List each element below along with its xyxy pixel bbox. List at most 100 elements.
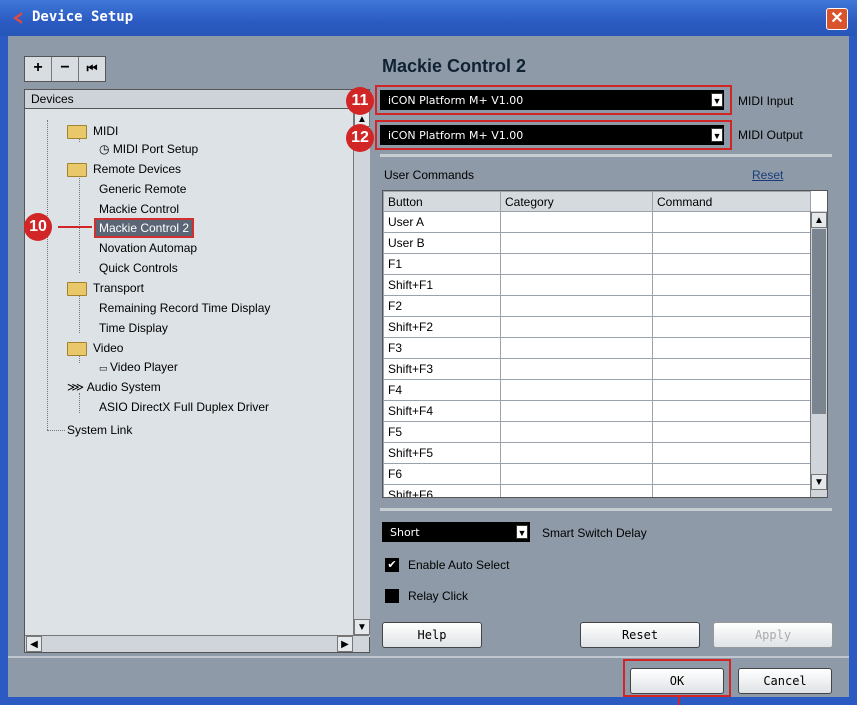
command-category-cell[interactable] <box>500 442 653 464</box>
table-row[interactable]: F6 <box>383 463 811 485</box>
command-command-cell[interactable] <box>652 379 811 401</box>
page-title: Mackie Control 2 <box>382 56 527 76</box>
scroll-up-icon[interactable]: ▲ <box>811 212 827 228</box>
table-row[interactable]: Shift+F2 <box>383 316 811 338</box>
command-command-cell[interactable] <box>652 442 811 464</box>
command-category-cell[interactable] <box>500 232 653 254</box>
annotation-badge-12: 12 <box>346 124 374 152</box>
command-category-cell[interactable] <box>500 274 653 296</box>
command-category-cell[interactable] <box>500 211 653 233</box>
command-command-cell[interactable] <box>652 253 811 275</box>
tree-item-mackie-control-2[interactable]: Mackie Control 2 <box>93 218 195 238</box>
table-row[interactable]: Shift+F1 <box>383 274 811 296</box>
tree-item-video[interactable]: Video <box>67 341 123 356</box>
command-command-cell[interactable] <box>652 316 811 338</box>
add-device-button[interactable]: + <box>25 57 52 81</box>
chevron-down-icon[interactable]: ▼ <box>711 128 723 142</box>
command-category-cell[interactable] <box>500 379 653 401</box>
tree-item-system-link[interactable]: System Link <box>67 423 132 437</box>
table-row[interactable]: F3 <box>383 337 811 359</box>
scroll-down-icon[interactable]: ▼ <box>811 474 827 490</box>
help-button[interactable]: Help <box>382 622 482 648</box>
reset-button[interactable]: Reset <box>580 622 700 648</box>
section-divider <box>380 508 832 511</box>
enable-auto-select-label: Enable Auto Select <box>408 558 510 572</box>
column-header-category[interactable]: Category <box>500 191 653 212</box>
table-row[interactable]: User A <box>383 211 811 233</box>
table-row[interactable]: F4 <box>383 379 811 401</box>
table-row[interactable]: Shift+F5 <box>383 442 811 464</box>
tree-item-audio-system[interactable]: ⋙ Audio System <box>67 380 161 394</box>
audio-system-icon: ⋙ <box>67 380 87 394</box>
tree-item-novation-automap[interactable]: Novation Automap <box>99 241 197 255</box>
command-button-cell: F1 <box>383 253 501 275</box>
command-command-cell[interactable] <box>652 295 811 317</box>
tree-horizontal-scrollbar[interactable] <box>25 635 369 652</box>
column-header-button[interactable]: Button <box>383 191 501 212</box>
command-category-cell[interactable] <box>500 484 653 497</box>
command-command-cell[interactable] <box>652 211 811 233</box>
table-row[interactable]: F2 <box>383 295 811 317</box>
command-button-cell: F2 <box>383 295 501 317</box>
command-command-cell[interactable] <box>652 232 811 254</box>
window-title: Device Setup <box>32 9 134 25</box>
scroll-right-icon[interactable]: ▶ <box>337 636 353 652</box>
tree-vertical-scrollbar[interactable] <box>353 110 370 637</box>
apply-button[interactable]: Apply <box>713 622 833 648</box>
tree-item-midi-port-setup[interactable]: ◷ MIDI Port Setup <box>99 142 198 156</box>
command-command-cell[interactable] <box>652 463 811 485</box>
cancel-button[interactable]: Cancel <box>738 668 832 694</box>
table-row[interactable]: User B <box>383 232 811 254</box>
table-row[interactable]: Shift+F3 <box>383 358 811 380</box>
command-command-cell[interactable] <box>652 358 811 380</box>
tree-item-time-display[interactable]: Time Display <box>99 321 168 335</box>
command-command-cell[interactable] <box>652 421 811 443</box>
command-category-cell[interactable] <box>500 358 653 380</box>
reset-commands-link[interactable]: Reset <box>752 168 783 182</box>
command-command-cell[interactable] <box>652 484 811 497</box>
tree-item-video-player[interactable]: ▭ Video Player <box>99 360 178 374</box>
command-category-cell[interactable] <box>500 253 653 275</box>
tree-item-remaining-record-time[interactable]: Remaining Record Time Display <box>99 301 270 315</box>
relay-click-checkbox[interactable] <box>385 589 399 603</box>
command-command-cell[interactable] <box>652 337 811 359</box>
command-category-cell[interactable] <box>500 400 653 422</box>
annotation-line <box>58 226 92 228</box>
command-category-cell[interactable] <box>500 463 653 485</box>
table-scroll-thumb[interactable] <box>812 229 826 414</box>
command-command-cell[interactable] <box>652 274 811 296</box>
selected-tree-label: Mackie Control 2 <box>93 218 195 238</box>
command-category-cell[interactable] <box>500 295 653 317</box>
tree-item-transport[interactable]: Transport <box>67 281 144 296</box>
tree-item-quick-controls[interactable]: Quick Controls <box>99 261 178 275</box>
ok-button[interactable]: OK <box>630 668 724 694</box>
midi-input-select[interactable]: iCON Platform M+ V1.00 <box>380 90 724 110</box>
tree-item-mackie-control[interactable]: Mackie Control <box>99 202 179 216</box>
tree-item-remote-devices[interactable]: Remote Devices <box>67 162 181 177</box>
midi-output-select[interactable]: iCON Platform M+ V1.00 <box>380 125 724 145</box>
clock-icon: ◷ <box>99 142 113 156</box>
reset-device-button[interactable]: ⏮ <box>79 57 105 81</box>
chevron-down-icon[interactable]: ▼ <box>711 93 723 107</box>
scroll-down-icon[interactable]: ▼ <box>354 619 370 635</box>
table-row[interactable]: F1 <box>383 253 811 275</box>
enable-auto-select-checkbox[interactable]: ✔ <box>385 558 399 572</box>
scroll-left-icon[interactable]: ◀ <box>26 636 42 652</box>
command-category-cell[interactable] <box>500 421 653 443</box>
annotation-badge-10: 10 <box>24 213 52 241</box>
close-button[interactable]: ✕ <box>826 8 848 30</box>
remove-device-button[interactable]: − <box>52 57 79 81</box>
table-row[interactable]: Shift+F4 <box>383 400 811 422</box>
command-category-cell[interactable] <box>500 316 653 338</box>
window-frame-right <box>849 36 857 705</box>
command-category-cell[interactable] <box>500 337 653 359</box>
tree-item-midi[interactable]: MIDI <box>67 124 118 139</box>
chevron-down-icon[interactable]: ▼ <box>516 525 528 539</box>
column-header-command[interactable]: Command <box>652 191 811 212</box>
command-command-cell[interactable] <box>652 400 811 422</box>
table-row[interactable]: Shift+F6 <box>383 484 811 497</box>
table-row[interactable]: F5 <box>383 421 811 443</box>
tree-item-generic-remote[interactable]: Generic Remote <box>99 182 186 196</box>
tree-item-asio-driver[interactable]: ASIO DirectX Full Duplex Driver <box>99 400 269 414</box>
smart-switch-delay-select[interactable]: Short <box>382 522 530 542</box>
